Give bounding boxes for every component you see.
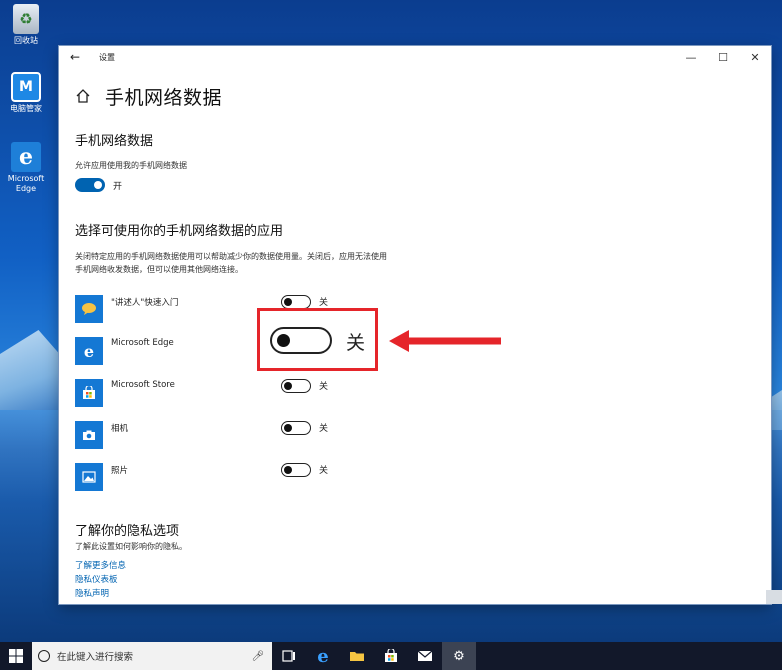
search-placeholder: 在此键入进行搜索: [57, 652, 134, 663]
mail-icon[interactable]: [408, 642, 442, 670]
title-bar: ← 设置 — ☐ ✕: [59, 46, 771, 68]
edge-icon: e: [75, 337, 103, 365]
store-icon: [75, 379, 103, 407]
allow-mobile-data-label: 允许应用使用我的手机网络数据: [75, 161, 187, 170]
arrow-left-icon: [389, 330, 501, 352]
cortana-icon: [38, 650, 50, 662]
taskbar: 在此键入进行搜索 🎤︎ e ⚙: [0, 642, 782, 670]
camera-icon: [75, 421, 103, 449]
taskbar-search[interactable]: 在此键入进行搜索 🎤︎: [32, 642, 272, 670]
section-title-privacy: 了解你的隐私选项: [75, 524, 180, 539]
app-toggle-photos[interactable]: [281, 463, 311, 477]
link-learn-more[interactable]: 了解更多信息: [75, 559, 126, 571]
link-privacy-dashboard[interactable]: 隐私仪表板: [75, 573, 118, 585]
narrator-icon: [75, 295, 103, 323]
desktop-icon-label: 回收站: [14, 36, 38, 45]
maximize-button[interactable]: ☐: [707, 51, 739, 64]
window-title: 设置: [99, 52, 115, 62]
task-view-icon[interactable]: [272, 642, 306, 670]
desktop-icon-edge[interactable]: e Microsoft Edge: [4, 142, 48, 194]
apps-description: 关闭特定应用的手机网络数据使用可以帮助减少你的数据使用量。关闭后，应用无法使用手…: [75, 252, 387, 274]
pc-manager-icon: M: [11, 72, 41, 102]
edge-icon: e: [11, 142, 41, 172]
microphone-icon[interactable]: 🎤︎: [250, 651, 266, 662]
app-toggle-state: 关: [346, 332, 366, 354]
app-toggle-store[interactable]: [281, 379, 311, 393]
minimize-button[interactable]: —: [675, 51, 707, 64]
file-explorer-icon[interactable]: [340, 642, 374, 670]
app-toggle-state: 关: [319, 466, 329, 476]
section-title-apps: 选择可使用你的手机网络数据的应用: [75, 224, 284, 239]
desktop-icon-label: Microsoft Edge: [7, 174, 45, 193]
edge-icon[interactable]: e: [306, 642, 340, 670]
link-privacy-statement[interactable]: 隐私声明: [75, 587, 109, 599]
highlight-box: 关: [257, 308, 378, 371]
app-toggle-state: 关: [319, 424, 329, 434]
app-name: Microsoft Store: [111, 380, 175, 390]
desktop-icon-recycle-bin[interactable]: ♻ 回收站: [4, 4, 48, 46]
start-button[interactable]: [0, 642, 32, 670]
close-button[interactable]: ✕: [739, 51, 771, 64]
back-button[interactable]: ←: [59, 50, 91, 64]
app-toggle-camera[interactable]: [281, 421, 311, 435]
page-header: 手机网络数据: [75, 82, 771, 110]
home-icon[interactable]: [75, 88, 91, 104]
privacy-description: 了解此设置如何影响你的隐私。: [75, 542, 187, 551]
app-name: 相机: [111, 424, 129, 434]
mobile-data-toggle-state: 开: [113, 182, 123, 192]
recycle-bin-icon: ♻: [13, 4, 39, 34]
settings-gear-icon[interactable]: ⚙: [442, 642, 476, 670]
app-toggle-edge[interactable]: [270, 327, 332, 354]
mobile-data-toggle[interactable]: [75, 178, 105, 192]
settings-window: ← 设置 — ☐ ✕ 手机网络数据 手机网络数据 允许应用使用我的手机网络数据 …: [59, 46, 771, 604]
app-name: "讲述人"快速入门: [111, 298, 179, 308]
app-name: 照片: [111, 466, 129, 476]
windows-icon: [9, 649, 23, 663]
page-title: 手机网络数据: [105, 86, 223, 109]
desktop-icon-label: 电脑管家: [10, 104, 42, 113]
store-icon[interactable]: [374, 642, 408, 670]
section-title-mobile-data: 手机网络数据: [75, 134, 154, 149]
desktop-icon-pc-manager[interactable]: M 电脑管家: [4, 72, 48, 114]
app-toggle-state: 关: [319, 382, 329, 392]
scrollbar[interactable]: [766, 590, 782, 604]
app-toggle-narrator[interactable]: [281, 295, 311, 309]
app-name: Microsoft Edge: [111, 338, 174, 348]
app-toggle-state: 关: [319, 298, 329, 308]
photos-icon: [75, 463, 103, 491]
